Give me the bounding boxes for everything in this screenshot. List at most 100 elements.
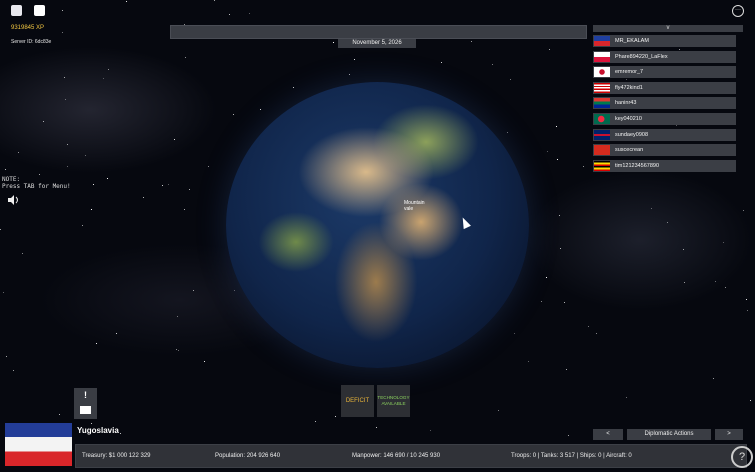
star: [725, 286, 727, 288]
star: [513, 333, 515, 335]
star: [506, 132, 508, 134]
star: [595, 333, 597, 335]
star: [555, 125, 557, 127]
star: [715, 280, 717, 282]
star: [12, 370, 14, 372]
star: [565, 368, 567, 370]
next-button[interactable]: >: [715, 429, 743, 440]
help-icon[interactable]: ?: [731, 446, 753, 468]
star: [293, 86, 295, 88]
speaker-icon[interactable]: [7, 195, 19, 205]
star: [557, 159, 559, 161]
star: [334, 415, 336, 417]
stats-bar: Treasury: $1 000 122 329 Population: 204…: [75, 444, 747, 468]
star: [168, 183, 170, 185]
star: [548, 48, 550, 50]
population-stat: Population: 204 926 640: [215, 453, 281, 459]
deficit-alert[interactable]: DEFICIT: [341, 385, 374, 417]
star: [233, 289, 235, 291]
star: [192, 289, 194, 291]
star: [492, 64, 494, 66]
country-flag: [5, 423, 72, 466]
star: [750, 399, 752, 401]
star: [108, 69, 110, 71]
chat-icon[interactable]: [34, 5, 45, 16]
star: [348, 73, 350, 75]
player-row[interactable]: sundaey0908: [593, 128, 736, 141]
star: [59, 413, 61, 415]
country-name: Yugoslavia: [77, 426, 119, 435]
player-list: v MR_EKALAM Phare894220_LaFlex emremor_7…: [593, 25, 743, 175]
star: [62, 32, 64, 34]
star: [18, 152, 20, 154]
star: [162, 185, 164, 187]
star: [559, 214, 561, 216]
player-row[interactable]: fly472kind1: [593, 81, 736, 94]
technology-available-alert[interactable]: TECHNOLOGY AVAILABLE: [377, 385, 410, 417]
star: [626, 397, 628, 399]
star: [683, 248, 685, 250]
star: [103, 77, 105, 79]
star: [126, 1, 128, 3]
player-row[interactable]: MR_EKALAM: [593, 35, 736, 47]
star: [232, 114, 234, 116]
star: [208, 166, 210, 168]
manpower-stat: Manpower: 146 690 / 10 245 930: [352, 453, 441, 459]
roblox-menu-icon[interactable]: [11, 5, 22, 16]
star: [6, 356, 8, 358]
malaysia-flag: [594, 82, 610, 93]
star: [142, 197, 144, 199]
star: [510, 79, 512, 81]
star: [90, 423, 92, 425]
treasury-stat: Treasury: $1 000 122 329: [82, 453, 151, 459]
player-row[interactable]: suscecrean: [593, 144, 736, 157]
south-korea-flag: [594, 67, 610, 78]
prev-button[interactable]: <: [593, 429, 623, 440]
star: [184, 57, 186, 59]
star: [203, 361, 205, 363]
star: [0, 229, 2, 231]
star: [568, 435, 570, 437]
player-row[interactable]: key040210: [593, 112, 736, 125]
star: [61, 9, 63, 11]
star: [723, 242, 725, 244]
star: [651, 207, 653, 209]
bangladesh-flag: [594, 113, 610, 124]
star: [84, 154, 86, 156]
star: [213, 0, 215, 1]
ellipsis-icon[interactable]: ···: [732, 5, 744, 17]
note-text: NOTE: Press TAB for Menu!: [2, 176, 71, 190]
player-row[interactable]: emremor_7: [593, 66, 736, 79]
star: [66, 143, 68, 145]
star: [177, 316, 179, 318]
star: [588, 326, 590, 328]
player-row[interactable]: haninr43: [593, 97, 736, 110]
player-row[interactable]: Phare894220_LaFlex: [593, 50, 736, 63]
world-globe[interactable]: [226, 82, 529, 368]
poland-flag: [594, 51, 610, 62]
player-list-toggle[interactable]: v: [593, 25, 743, 32]
star: [546, 150, 548, 152]
star: [91, 209, 93, 211]
exclamation-icon: !: [84, 390, 87, 400]
star: [470, 40, 472, 42]
star: [713, 378, 715, 380]
alert-button[interactable]: !: [74, 388, 97, 419]
star: [173, 139, 175, 141]
switzerland-flag: [594, 145, 610, 156]
star: [188, 189, 190, 191]
star: [684, 282, 686, 284]
uganda-flag: [594, 160, 610, 171]
star: [183, 208, 185, 210]
star: [106, 177, 108, 179]
game-date: November 5, 2026: [338, 39, 416, 48]
diplomatic-actions-button[interactable]: Diplomatic Actions: [627, 429, 711, 440]
player-row[interactable]: tim121234567890: [593, 159, 736, 172]
star: [249, 12, 251, 14]
star: [528, 360, 530, 362]
star: [746, 299, 748, 301]
star: [5, 169, 7, 171]
star: [666, 221, 668, 223]
star: [497, 409, 499, 411]
star: [2, 291, 4, 293]
